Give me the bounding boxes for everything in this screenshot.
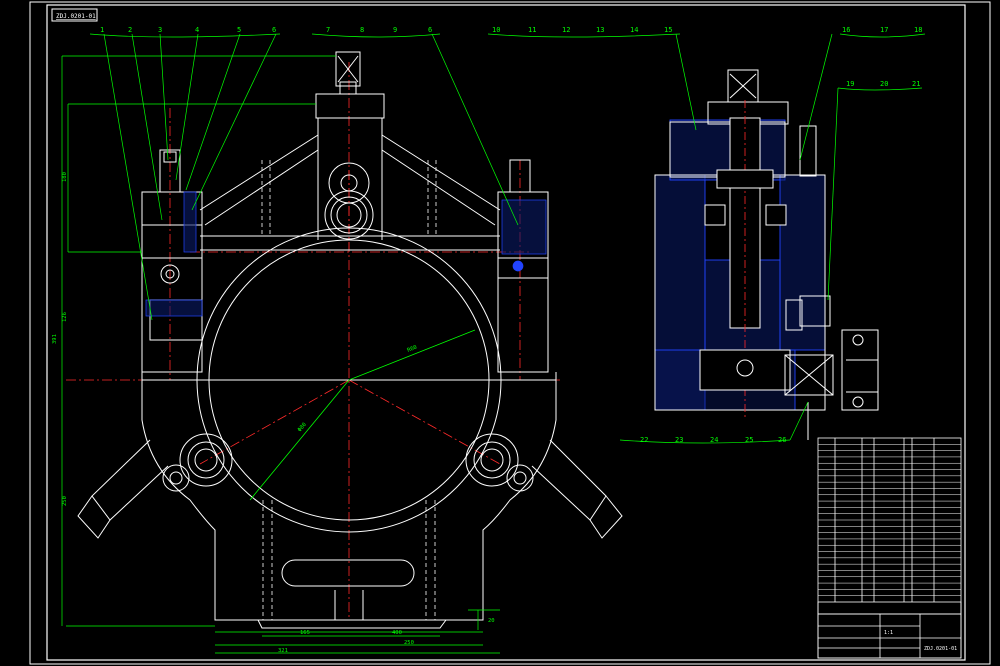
balloon-18: 18	[914, 26, 922, 34]
balloon-6-right: 6	[428, 26, 432, 34]
balloon-6-left: 6	[272, 26, 276, 34]
balloon-17: 17	[880, 26, 888, 34]
dim-lower-height: 250	[62, 496, 68, 506]
dim-width-1: 250	[404, 640, 414, 646]
balloon-21: 21	[912, 80, 920, 88]
balloon-7: 7	[326, 26, 330, 34]
balloon-14: 14	[630, 26, 638, 34]
balloon-19: 19	[846, 80, 854, 88]
balloon-13: 13	[596, 26, 604, 34]
dim-mid-height: 126	[62, 312, 68, 322]
balloon-4: 4	[195, 26, 199, 34]
balloon-9: 9	[393, 26, 397, 34]
balloon-10: 10	[492, 26, 500, 34]
balloon-15: 15	[664, 26, 672, 34]
balloon-5: 5	[237, 26, 241, 34]
dim-base-length: 400	[392, 630, 402, 636]
dim-width-2: 321	[278, 648, 288, 654]
stamp-text: ZDJ.0201-01	[56, 13, 96, 20]
title-block-scale: 1:1	[884, 630, 893, 636]
balloon-11: 11	[528, 26, 536, 34]
dim-width-3: 165	[300, 630, 310, 636]
balloon-20: 20	[880, 80, 888, 88]
balloon-2: 2	[128, 26, 132, 34]
dim-upper-height: 180	[62, 172, 68, 182]
balloon-24: 24	[710, 436, 718, 444]
title-block-drawing-number: ZDJ.0201-01	[924, 646, 957, 652]
balloon-23: 23	[675, 436, 683, 444]
balloon-12: 12	[562, 26, 570, 34]
balloon-26: 26	[778, 436, 786, 444]
balloon-22: 22	[640, 436, 648, 444]
balloon-1: 1	[100, 26, 104, 34]
balloon-3: 3	[158, 26, 162, 34]
balloon-8: 8	[360, 26, 364, 34]
cad-drawing-sheet: ZDJ.0201-01 391 180 126 250 R60 Φ80 165 …	[0, 0, 1000, 666]
balloon-16: 16	[842, 26, 850, 34]
dim-stand-height: 20	[488, 618, 495, 624]
dim-overall-height: 391	[52, 334, 58, 344]
balloon-25: 25	[745, 436, 753, 444]
